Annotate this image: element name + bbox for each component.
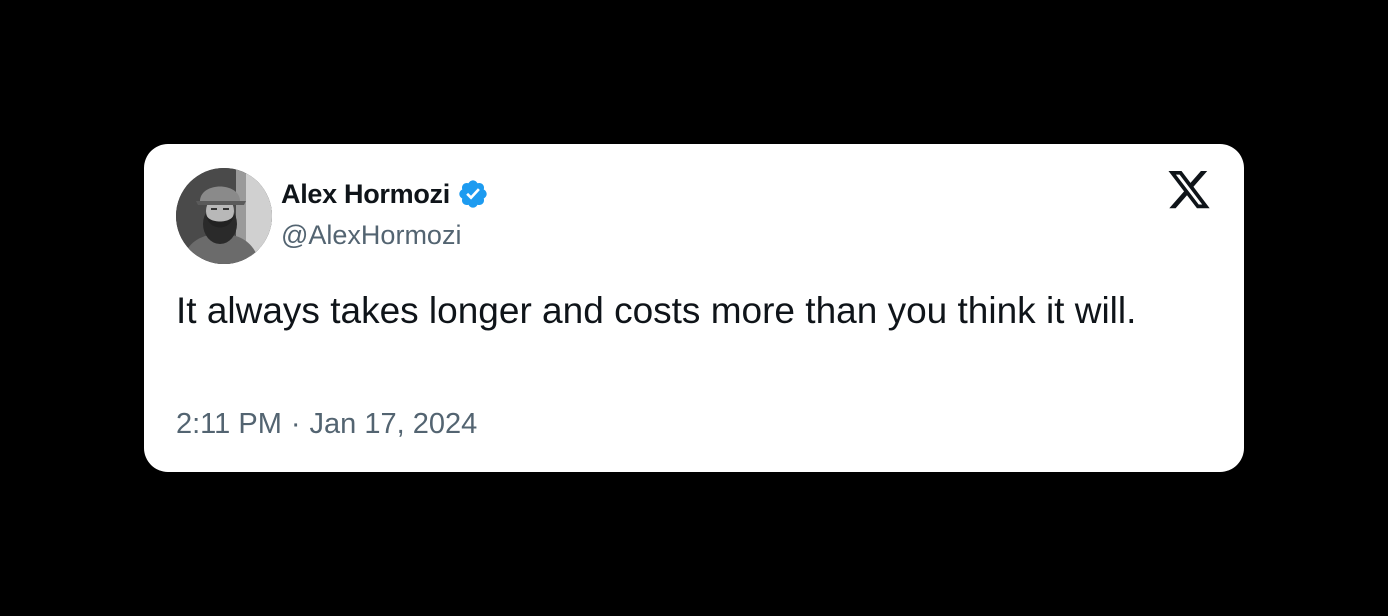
tweet-time: 2:11 PM bbox=[176, 408, 282, 440]
tweet-text: It always takes longer and costs more th… bbox=[176, 290, 1137, 331]
author-name-row: Alex Hormozi bbox=[281, 177, 489, 211]
avatar[interactable] bbox=[176, 168, 272, 264]
tweet-card[interactable]: Alex Hormozi @AlexHormozi It always take… bbox=[144, 144, 1244, 472]
avatar-image bbox=[176, 168, 272, 264]
timestamp-separator: · bbox=[290, 408, 301, 440]
verified-badge-icon bbox=[457, 178, 489, 210]
tweet-timestamp[interactable]: 2:11 PM · Jan 17, 2024 bbox=[176, 408, 477, 441]
x-logo-icon[interactable] bbox=[1166, 171, 1212, 213]
tweet-date: Jan 17, 2024 bbox=[309, 408, 478, 440]
author-handle[interactable]: @AlexHormozi bbox=[281, 220, 461, 251]
author-name[interactable]: Alex Hormozi bbox=[281, 179, 450, 210]
